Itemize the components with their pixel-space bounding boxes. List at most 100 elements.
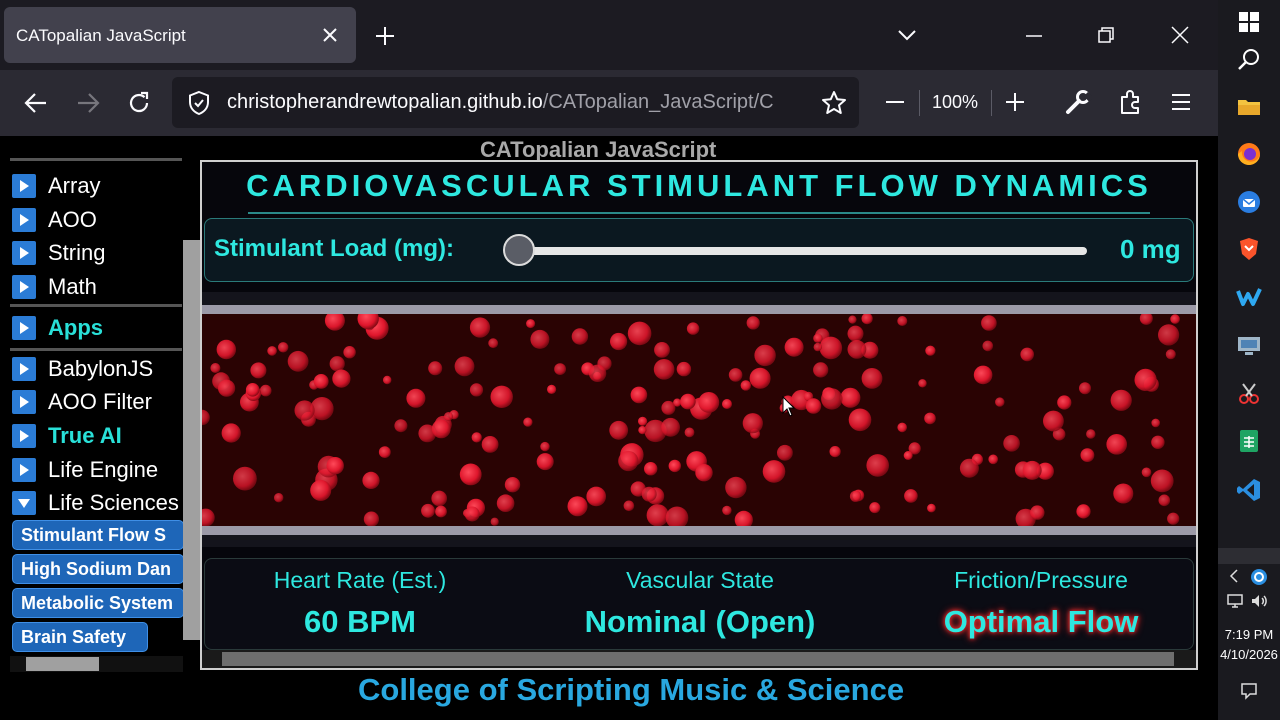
simulation-scroll-thumb[interactable] <box>222 652 1174 666</box>
extensions-icon[interactable] <box>1117 88 1145 116</box>
slider-thumb[interactable] <box>503 234 535 266</box>
chevron-left-icon[interactable] <box>1226 568 1242 584</box>
zoom-level[interactable]: 100% <box>932 92 978 113</box>
title-underline <box>248 212 1150 214</box>
blood-cell <box>988 454 998 465</box>
window-close-icon[interactable] <box>1170 25 1190 45</box>
simulation-panel: CARDIOVASCULAR STIMULANT FLOW DYNAMICS S… <box>200 160 1198 670</box>
blood-cell <box>819 336 843 360</box>
sidebar-item-life-sciences[interactable]: Life Sciences <box>12 490 179 516</box>
play-icon <box>12 424 36 448</box>
play-icon <box>12 390 36 414</box>
blood-cell <box>481 436 499 453</box>
blood-cell <box>326 457 344 475</box>
reload-icon[interactable] <box>125 89 153 117</box>
blood-cell <box>630 386 648 404</box>
clock-time[interactable]: 7:19 PM <box>1218 627 1280 642</box>
new-tab-icon[interactable] <box>374 25 396 47</box>
sidebar-horizontal-scroll-thumb[interactable] <box>26 657 99 671</box>
blood-cell <box>638 416 648 426</box>
blood-cell <box>343 346 356 359</box>
url-host: christopherandrewtopalian.github.io <box>227 91 543 113</box>
blood-cell <box>1151 435 1165 449</box>
blood-cell <box>805 398 822 414</box>
thunderbird-icon[interactable] <box>1236 189 1262 215</box>
sidebar-item-babylonjs[interactable]: BabylonJS <box>12 356 153 382</box>
zoom-in-icon[interactable] <box>1003 90 1027 114</box>
blood-cell <box>654 342 670 358</box>
tray-scrollbar[interactable] <box>1218 548 1280 564</box>
sidebar-item-true-ai[interactable]: True AI <box>12 423 122 449</box>
blood-cell <box>623 500 635 512</box>
close-icon[interactable] <box>320 25 340 45</box>
spreadsheet-icon[interactable] <box>1236 428 1262 454</box>
blood-cell <box>813 333 823 343</box>
firefox-icon[interactable] <box>1236 141 1262 167</box>
blood-cell <box>245 383 260 397</box>
snipping-tool-icon[interactable] <box>1236 381 1262 407</box>
vscode-icon[interactable] <box>1236 477 1262 503</box>
file-explorer-icon[interactable] <box>1236 94 1262 120</box>
blood-cell <box>394 419 408 433</box>
stimulant-load-slider[interactable] <box>505 247 1087 255</box>
browser-tab[interactable]: CATopalian JavaScript <box>4 7 356 63</box>
blood-cell <box>680 393 696 410</box>
sidebar-link-metabolic-system[interactable]: Metabolic System <box>12 588 184 618</box>
sidebar-item-apps[interactable]: Apps <box>12 315 103 341</box>
blood-cell <box>431 419 451 439</box>
sidebar-item-array[interactable]: Array <box>12 173 101 199</box>
wrench-icon[interactable] <box>1064 88 1092 116</box>
chevron-down-icon[interactable] <box>896 26 918 44</box>
blood-cell <box>444 412 453 421</box>
sidebar-link-stimulant-flow[interactable]: Stimulant Flow S <box>12 520 184 550</box>
notification-icon[interactable] <box>1240 682 1258 700</box>
blood-cell <box>959 458 979 478</box>
blood-cell <box>661 417 680 437</box>
vessel-wall-top <box>202 305 1196 314</box>
play-icon <box>12 316 36 340</box>
sidebar-item-label: Array <box>48 173 101 198</box>
blood-cell <box>586 486 606 507</box>
sidebar-item-aoo[interactable]: AOO <box>12 207 97 233</box>
sidebar-item-life-engine[interactable]: Life Engine <box>12 457 158 483</box>
bookmark-star-icon[interactable] <box>820 89 848 117</box>
network-icon[interactable] <box>1226 592 1244 610</box>
app-w-icon[interactable] <box>1236 284 1262 310</box>
blood-cell <box>641 486 657 502</box>
sidebar-scroll-thumb[interactable] <box>183 240 200 640</box>
address-bar[interactable]: christopherandrewtopalian.github.io/CATo… <box>172 77 859 128</box>
search-icon[interactable] <box>1236 47 1262 73</box>
blood-cell <box>973 365 993 385</box>
brave-icon[interactable] <box>1236 236 1262 262</box>
blood-cell <box>686 322 700 335</box>
blood-cell <box>378 446 391 458</box>
blood-cell <box>668 459 681 473</box>
sidebar-item-label: Apps <box>48 315 103 340</box>
stat-label: Heart Rate (Est.) <box>273 567 447 593</box>
blood-cell <box>848 408 872 432</box>
blood-cell <box>202 409 210 426</box>
shield-icon[interactable] <box>186 90 212 116</box>
blood-cell <box>1134 368 1157 391</box>
blood-cell <box>435 505 447 518</box>
blood-cell <box>250 362 267 379</box>
back-arrow-icon[interactable] <box>22 89 50 117</box>
blood-cell <box>1139 314 1153 325</box>
tray-app-icon[interactable] <box>1250 568 1268 586</box>
forward-arrow-icon[interactable] <box>74 89 102 117</box>
url-text[interactable]: christopherandrewtopalian.github.io/CATo… <box>227 91 807 114</box>
sidebar-item-aoo-filter[interactable]: AOO Filter <box>12 389 152 415</box>
restore-icon[interactable] <box>1096 25 1116 45</box>
sidebar-link-high-sodium[interactable]: High Sodium Dan <box>12 554 184 584</box>
hamburger-menu-icon[interactable] <box>1169 90 1193 114</box>
windows-start-icon[interactable] <box>1236 9 1262 35</box>
sidebar-link-brain-safety[interactable]: Brain Safety <box>12 622 148 652</box>
sidebar-item-math[interactable]: Math <box>12 274 97 300</box>
volume-icon[interactable] <box>1250 592 1268 610</box>
sidebar-item-label: AOO Filter <box>48 389 152 414</box>
remote-desktop-icon[interactable] <box>1236 333 1262 359</box>
minimize-icon[interactable] <box>1024 26 1044 46</box>
zoom-out-icon[interactable] <box>883 90 907 114</box>
clock-date[interactable]: 4/10/2026 <box>1218 647 1280 662</box>
sidebar-item-string[interactable]: String <box>12 240 105 266</box>
